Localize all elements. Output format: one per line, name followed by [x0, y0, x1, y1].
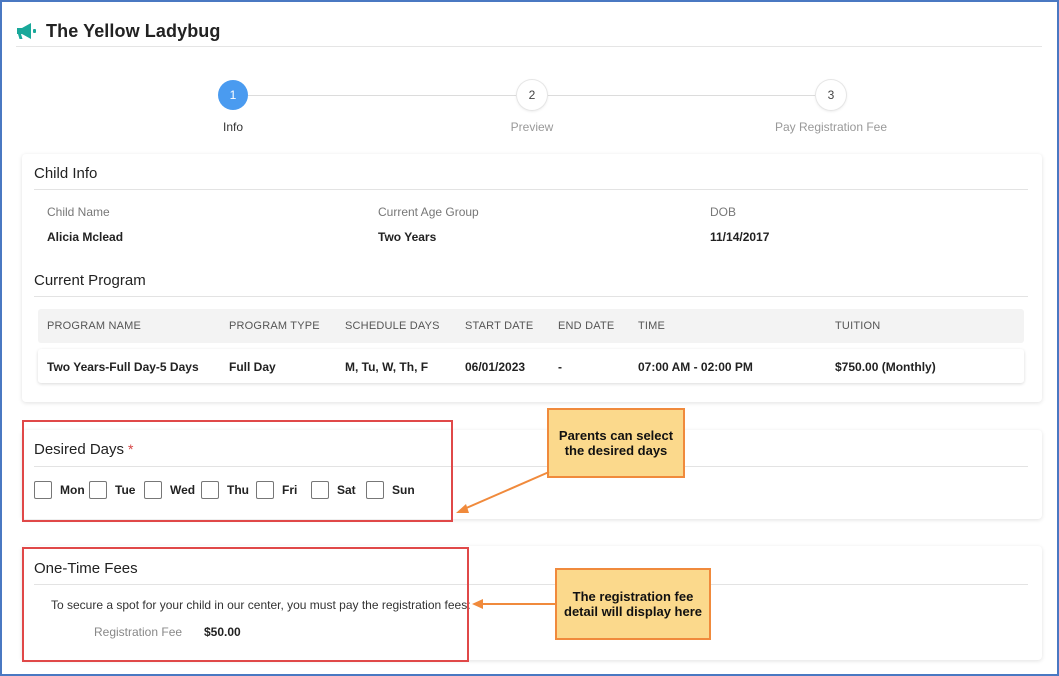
dob-value: 11/14/2017 [710, 230, 770, 244]
section-divider [34, 296, 1028, 297]
program-name-cell: Two Years-Full Day-5 Days [47, 360, 199, 374]
column-header: SCHEDULE DAYS [345, 320, 440, 332]
step-number: 3 [816, 80, 846, 110]
screenshot-frame: The Yellow Ladybug 1 Info 2 Preview 3 Pa… [0, 0, 1059, 676]
column-header: START DATE [465, 320, 534, 332]
age-group-value: Two Years [378, 230, 437, 244]
dob-label: DOB [710, 205, 737, 219]
fees-highlight [22, 547, 469, 662]
step-preview[interactable]: 2 Preview [452, 80, 612, 134]
column-header: PROGRAM TYPE [229, 320, 320, 332]
table-row: Two Years-Full Day-5 Days Full Day M, Tu… [38, 349, 1024, 383]
column-header: TIME [638, 320, 666, 332]
current-program-title: Current Program [34, 272, 146, 289]
child-name-value: Alicia Mclead [47, 230, 124, 244]
schedule-days-cell: M, Tu, W, Th, F [345, 360, 429, 374]
column-header: PROGRAM NAME [47, 320, 142, 332]
step-label: Preview [510, 120, 554, 134]
column-header: END DATE [558, 320, 615, 332]
fees-callout-text: The registration fee detail will display… [564, 589, 702, 619]
app-title: The Yellow Ladybug [46, 20, 221, 41]
age-group-label: Current Age Group [378, 205, 479, 219]
desired-days-highlight [22, 420, 453, 522]
step-pay-registration-fee[interactable]: 3 Pay Registration Fee [751, 80, 911, 134]
child-info-title: Child Info [34, 165, 98, 182]
section-divider [34, 189, 1028, 190]
step-info[interactable]: 1 Info [153, 80, 313, 134]
fees-callout: The registration fee detail will display… [555, 568, 711, 640]
program-type-cell: Full Day [229, 360, 276, 374]
column-header: TUITION [835, 320, 881, 332]
step-number: 2 [517, 80, 547, 110]
progress-stepper: 1 Info 2 Preview 3 Pay Registration Fee [2, 80, 1059, 140]
step-label: Pay Registration Fee [774, 120, 888, 134]
step-label: Info [222, 120, 243, 134]
start-date-cell: 06/01/2023 [465, 360, 526, 374]
step-number: 1 [218, 80, 248, 110]
megaphone-icon [17, 23, 36, 39]
program-table-header: PROGRAM NAME PROGRAM TYPE SCHEDULE DAYS … [38, 309, 1024, 343]
child-name-label: Child Name [47, 205, 110, 219]
time-cell: 07:00 AM - 02:00 PM [638, 360, 753, 374]
days-callout: Parents can select the desired days [547, 408, 685, 478]
tuition-cell: $750.00 (Monthly) [835, 360, 936, 374]
header-divider [16, 46, 1042, 47]
app-header: The Yellow Ladybug [16, 16, 221, 46]
end-date-cell: - [558, 360, 562, 374]
days-callout-text: Parents can select the desired days [558, 428, 674, 458]
